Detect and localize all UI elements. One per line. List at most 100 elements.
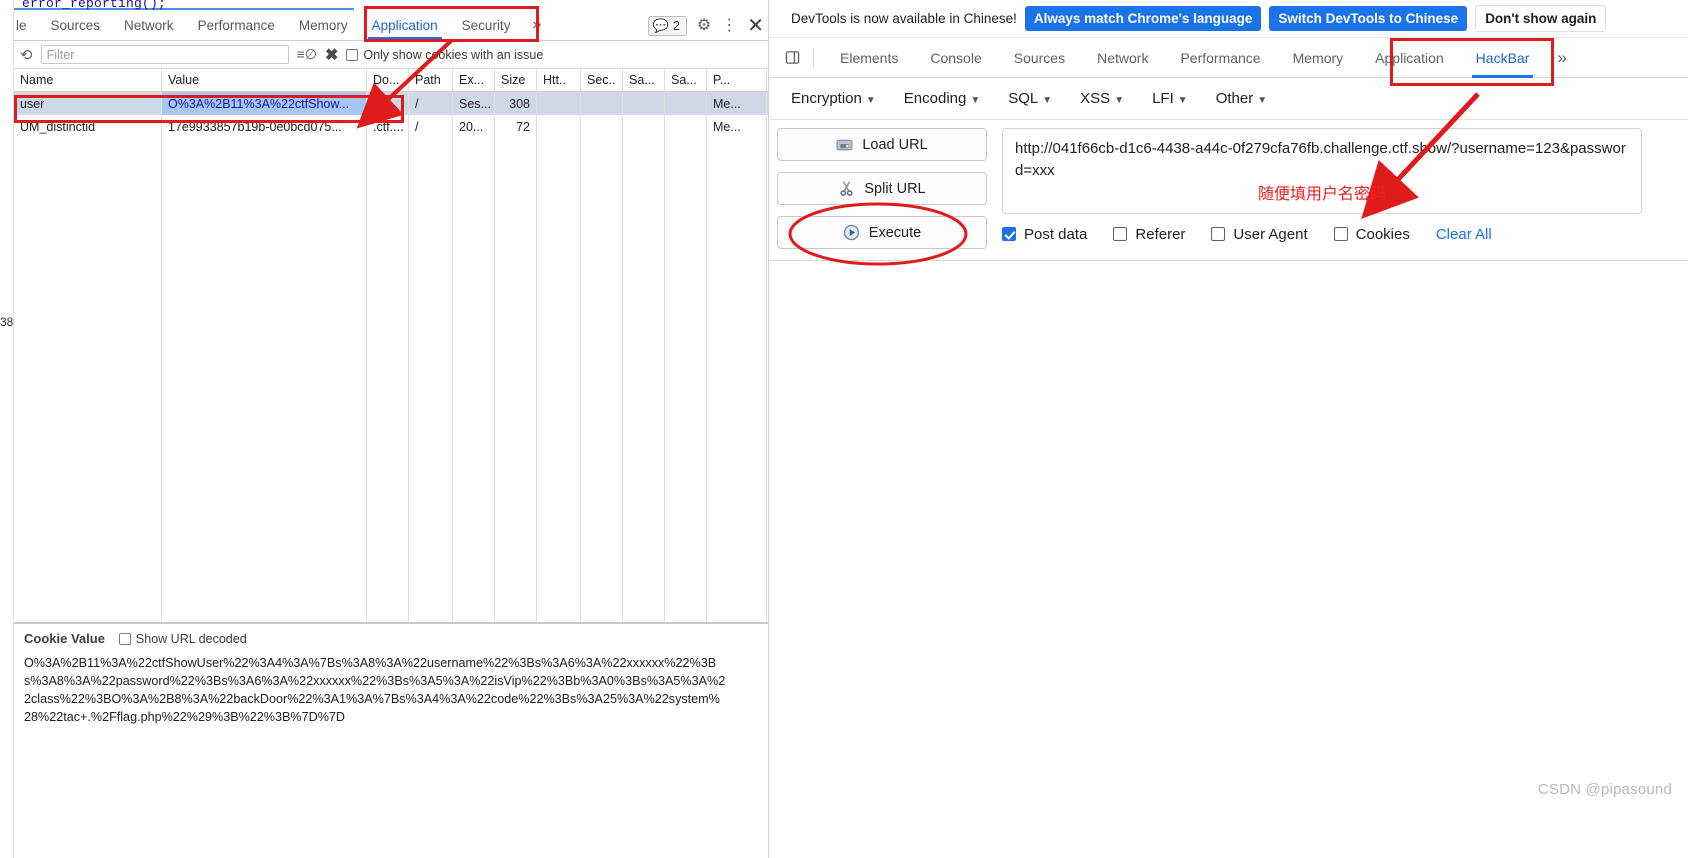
cell-domain: 04... [367,92,409,115]
hackbar-body: Load URL Split URL Execute http://041f66… [769,120,1688,415]
clear-filter-icon[interactable]: ≡∅ [297,46,317,63]
menu-label: Encoding [903,90,967,107]
referer-checkbox[interactable] [1113,227,1128,241]
split-url-button[interactable]: Split URL [777,172,987,205]
tab-label: Application [371,17,438,33]
tab-le[interactable]: le [14,10,39,40]
cookie-value-title: Cookie Value [24,631,105,646]
table-row[interactable]: UM_distinctid 17e9933857b19b-0e0bcd075..… [14,115,768,138]
only-issues-checkbox[interactable] [346,48,359,61]
cell-value: 17e9933857b19b-0e0bcd075... [162,115,367,138]
kebab-menu-icon[interactable]: ⋮ [721,17,737,34]
tab-application[interactable]: Application [1359,38,1460,78]
menu-lfi[interactable]: LFI ▼ [1140,86,1200,111]
tab-performance[interactable]: Performance [186,10,287,40]
cell-size: 72 [495,115,537,138]
close-icon[interactable]: ✕ [747,16,764,36]
tab-memory[interactable]: Memory [1277,38,1360,78]
tab-elements[interactable]: Elements [824,38,914,78]
cookies-label: Cookies [1355,226,1410,243]
cell-expires: 20... [453,115,495,138]
notice-text: DevTools is now available in Chinese! [791,11,1017,26]
tab-security[interactable]: Security [450,10,523,40]
more-tabs-icon[interactable]: » [1545,48,1578,68]
devtools-language-notice: DevTools is now available in Chinese! Al… [769,0,1688,38]
load-url-icon [836,136,853,153]
menu-xss[interactable]: XSS ▼ [1068,86,1136,111]
col-samesite[interactable]: Sa... [623,69,665,91]
execute-icon [843,224,860,241]
col-value[interactable]: Value [162,69,367,91]
post-data-option[interactable]: Post data [1002,226,1087,243]
load-url-button[interactable]: Load URL [777,128,987,161]
cell-size: 308 [495,92,537,115]
hackbar-action-buttons: Load URL Split URL Execute [777,128,987,249]
hackbar-menubar: Encryption ▼ Encoding ▼ SQL ▼ XSS ▼ LFI ▼ Oth… [769,78,1688,120]
tab-performance[interactable]: Performance [1164,38,1276,78]
col-secure[interactable]: Sec.. [581,69,623,91]
cookies-option[interactable]: Cookies [1333,226,1410,243]
cookie-value-line: 28%22tac+.%2Fflag.php%22%29%3B%22%3B%7D%… [24,710,345,724]
cookies-checkbox[interactable] [1333,227,1348,241]
show-decoded-checkbox[interactable] [118,632,131,645]
cookie-value-line: s%3A8%3A%22password%22%3Bs%3A6%3A%22xxxx… [24,674,726,688]
user-agent-option[interactable]: User Agent [1211,226,1308,243]
menu-encoding[interactable]: Encoding ▼ [892,86,992,111]
cell-path: / [409,92,453,115]
menu-encryption[interactable]: Encryption ▼ [779,86,888,111]
cookie-value-header: Cookie Value Show URL decoded [14,624,768,650]
col-httponly[interactable]: Htt.. [537,69,581,91]
tab-label: Performance [197,17,275,33]
menu-sql[interactable]: SQL ▼ [996,86,1064,111]
hackbar-panel: DevTools is now available in Chinese! Al… [768,0,1688,858]
tab-application[interactable]: Application [360,10,450,40]
user-agent-checkbox[interactable] [1211,227,1226,241]
tab-memory[interactable]: Memory [287,10,360,40]
switch-to-chinese-button[interactable]: Switch DevTools to Chinese [1269,6,1468,31]
cell-expires: Ses... [453,92,495,115]
post-data-label: Post data [1024,226,1088,243]
cookie-value-line: O%3A%2B11%3A%22ctfShowUser%22%3A4%3A%7Bs… [24,656,717,670]
delete-icon[interactable]: ✖ [325,45,338,65]
post-data-checkbox[interactable] [1002,227,1016,241]
dont-show-again-button[interactable]: Don't show again [1475,5,1607,32]
referer-option[interactable]: Referer [1113,226,1185,243]
filter-input[interactable] [40,45,289,64]
tab-network[interactable]: Network [112,10,186,40]
table-empty-area [14,138,768,622]
col-size[interactable]: Size [495,69,537,91]
col-domain[interactable]: Do... [367,69,409,91]
only-issues-checkbox-wrap[interactable]: Only show cookies with an issue [346,48,543,62]
tab-label: Security [461,17,511,33]
col-path[interactable]: Path [409,69,453,91]
show-decoded-checkbox-wrap[interactable]: Show URL decoded [118,632,247,646]
devtools-panel: error_reporting(); 38 le Sources Network… [0,0,768,858]
table-row[interactable]: user O%3A%2B11%3A%22ctfShow... 04... / S… [14,92,768,115]
referer-label: Referer [1135,226,1186,243]
col-priority[interactable]: P... [707,69,767,91]
col-name[interactable]: Name [14,69,162,91]
tab-network[interactable]: Network [1081,38,1164,78]
tab-hackbar[interactable]: HackBar [1460,38,1546,78]
issues-chip[interactable]: 💬 2 [647,15,687,36]
menu-label: Other [1215,90,1254,107]
hackbar-divider [769,260,1688,261]
page-gutter-number: 38 [0,315,14,329]
menu-other[interactable]: Other ▼ [1204,86,1279,111]
cell-samesite [623,92,665,115]
always-match-language-button[interactable]: Always match Chrome's language [1024,6,1262,31]
clear-all-button[interactable]: Clear All [1436,226,1492,243]
cell-httponly [537,92,581,115]
col-samesite2[interactable]: Sa... [665,69,707,91]
only-issues-label: Only show cookies with an issue [363,47,544,62]
execute-button[interactable]: Execute [777,216,987,249]
cell-samesite2 [665,92,707,115]
gear-icon[interactable]: ⚙ [697,17,711,34]
refresh-icon[interactable]: ⟳ [20,46,33,64]
tab-sources[interactable]: Sources [998,38,1081,78]
tab-sources[interactable]: Sources [39,10,113,40]
dock-panel-icon[interactable] [781,47,803,69]
more-tabs-icon[interactable]: » [522,10,551,40]
col-expires[interactable]: Ex... [453,69,495,91]
tab-console[interactable]: Console [914,38,997,78]
